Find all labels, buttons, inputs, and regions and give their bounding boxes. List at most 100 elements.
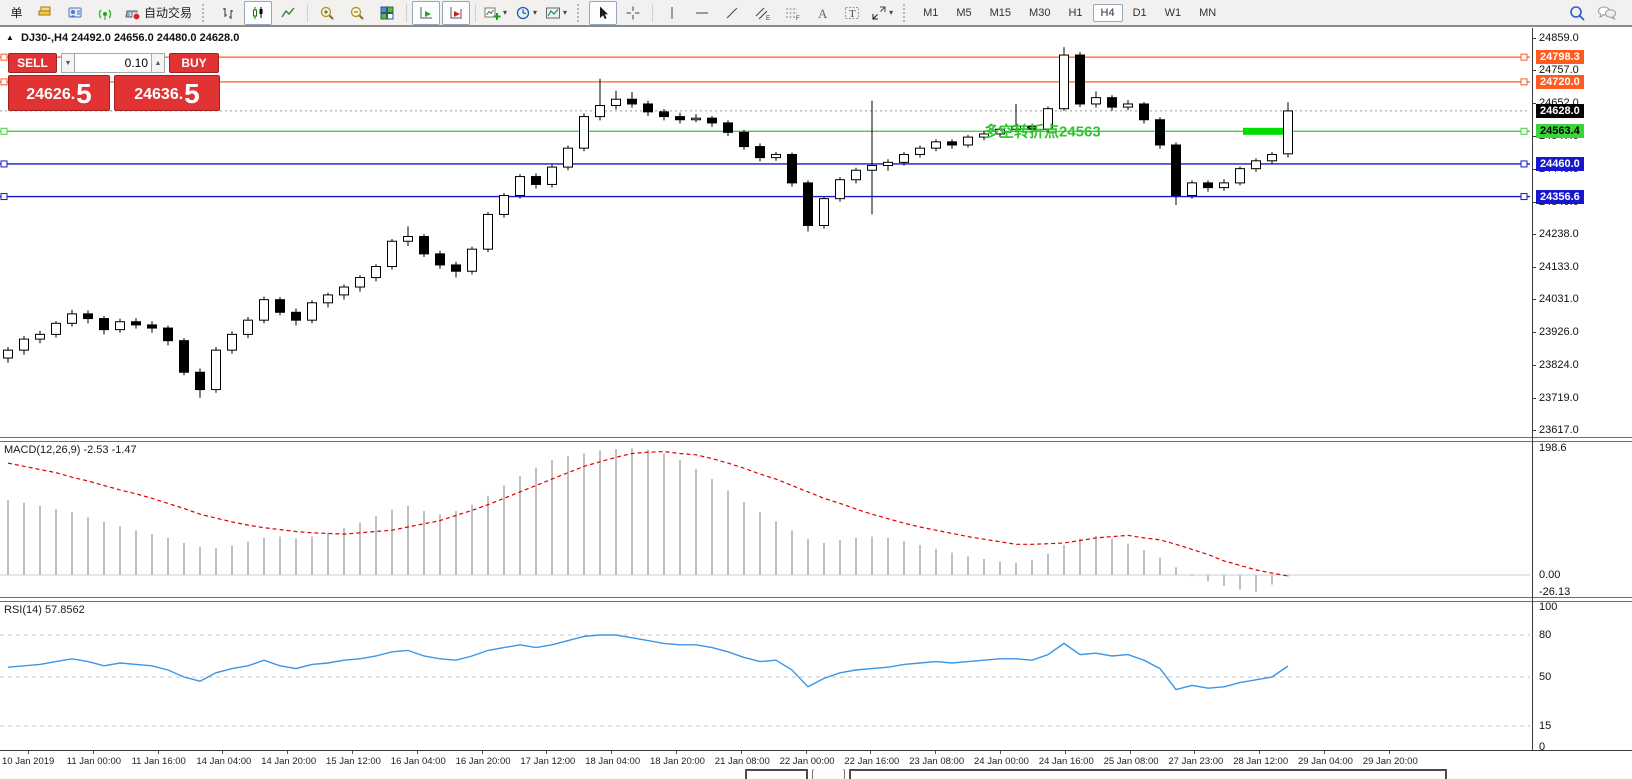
signals-button[interactable] (91, 1, 119, 25)
time-axis-label: 14 Jan 04:00 (196, 756, 251, 767)
chart-shift-icon (448, 5, 464, 21)
time-tick-mark (935, 751, 936, 754)
time-axis-label: 22 Jan 16:00 (844, 756, 899, 767)
timeframe-m1[interactable]: M1 (915, 4, 946, 22)
macd-splitter[interactable] (0, 437, 1632, 442)
chevron-down-icon: ▾ (563, 8, 567, 17)
timeframe-h1[interactable]: H1 (1060, 4, 1090, 22)
periods-button[interactable]: ▾ (512, 1, 540, 25)
crosshair-button[interactable] (619, 1, 647, 25)
new-order-button[interactable]: 单 (1, 1, 29, 25)
candlestick-chart-button[interactable] (244, 1, 272, 25)
line-chart-button[interactable] (274, 1, 302, 25)
time-axis-label: 18 Jan 04:00 (585, 756, 640, 767)
volume-down-button[interactable]: ▼ (61, 53, 75, 73)
price-tick-mark (1532, 234, 1536, 235)
svg-text:T: T (849, 8, 856, 20)
volume-input[interactable] (75, 53, 151, 73)
algo-trading-button[interactable]: 自动交易 (121, 1, 195, 25)
buy-price-big-digit: 5 (184, 80, 200, 108)
periods-clock-icon (515, 5, 531, 21)
text-label-button[interactable]: T (838, 1, 866, 25)
vertical-line-icon (664, 5, 680, 21)
timeframe-m30[interactable]: M30 (1021, 4, 1058, 22)
chart-shift-button[interactable] (442, 1, 470, 25)
text-button[interactable]: A (808, 1, 836, 25)
sell-button[interactable]: SELL (8, 53, 57, 73)
time-axis-label: 14 Jan 20:00 (261, 756, 316, 767)
toolbar-grip (903, 4, 910, 22)
time-axis-label: 11 Jan 16:00 (132, 756, 186, 767)
vertical-line-button[interactable] (658, 1, 686, 25)
templates-button[interactable]: ▾ (542, 1, 570, 25)
time-tick-mark (222, 751, 223, 754)
time-tick-mark (352, 751, 353, 754)
time-tick-mark (1259, 751, 1260, 754)
price-tick-mark (1532, 38, 1536, 39)
rsi-splitter[interactable] (0, 597, 1632, 602)
price-tick-label: 24238.0 (1539, 228, 1579, 240)
horizontal-line-button[interactable] (688, 1, 716, 25)
timeframe-m5[interactable]: M5 (948, 4, 979, 22)
zoom-in-icon (319, 5, 335, 21)
buy-price-main: 24636. (134, 82, 183, 108)
equidistant-channel-button[interactable]: E (748, 1, 776, 25)
fibonacci-button[interactable]: F (778, 1, 806, 25)
macd-panel-svg[interactable] (0, 442, 1532, 596)
volume-up-button[interactable]: ▲ (151, 53, 165, 73)
cursor-button[interactable] (589, 1, 617, 25)
toolbar-separator (406, 4, 407, 22)
level-price-label: 24460.0 (1536, 157, 1584, 171)
rsi-panel-svg[interactable] (0, 602, 1532, 748)
time-axis[interactable]: 10 Jan 201911 Jan 00:0011 Jan 16:0014 Ja… (0, 750, 1632, 769)
chart-title-symbol: DJ30-,H4 (21, 32, 68, 44)
zoom-out-button[interactable] (343, 1, 371, 25)
bars-chart-button[interactable] (214, 1, 242, 25)
macd-axis-label: -26.13 (1539, 586, 1570, 598)
templates-icon (545, 5, 561, 21)
time-axis-label: 21 Jan 08:00 (715, 756, 770, 767)
macd-axis-label: 198.6 (1539, 442, 1567, 454)
buy-button[interactable]: BUY (169, 53, 219, 73)
tile-windows-button[interactable] (373, 1, 401, 25)
horizontal-line-icon (694, 5, 710, 21)
zoom-in-button[interactable] (313, 1, 341, 25)
time-axis-label: 29 Jan 20:00 (1363, 756, 1418, 767)
price-axis[interactable]: 24859.024757.024652.024547.024445.024340… (1532, 28, 1632, 750)
timeframe-m15[interactable]: M15 (982, 4, 1019, 22)
level-price-label: 24720.0 (1536, 75, 1584, 89)
timeframe-w1[interactable]: W1 (1157, 4, 1190, 22)
timeframe-mn[interactable]: MN (1191, 4, 1224, 22)
rsi-label: RSI(14) 57.8562 (4, 604, 85, 616)
main-chart-svg[interactable]: 多空转折点24563 (0, 28, 1532, 437)
new-chart-button[interactable]: ▾ (481, 1, 510, 25)
buy-price[interactable]: 24636. 5 (114, 75, 220, 111)
bottom-tab-active[interactable] (812, 768, 845, 779)
timeframe-h4[interactable]: H4 (1093, 4, 1123, 22)
arrows-button[interactable]: ▾ (868, 1, 896, 25)
auto-scroll-button[interactable] (412, 1, 440, 25)
price-tick-label: 23719.0 (1539, 392, 1579, 404)
candlestick-chart-icon (250, 5, 266, 21)
sell-price[interactable]: 24626. 5 (8, 75, 110, 111)
mt-terminal: 单 自动交易 (0, 0, 1632, 779)
time-tick-mark (1194, 751, 1195, 754)
search-button[interactable] (1563, 1, 1591, 25)
community-button[interactable] (61, 1, 89, 25)
timeframe-toolbar: M1M5M15M30H1H4D1W1MN (914, 4, 1225, 22)
svg-text:多空转折点24563: 多空转折点24563 (984, 122, 1101, 140)
chat-button[interactable] (1593, 1, 1621, 25)
bottom-tab[interactable] (745, 769, 808, 779)
bottom-tab[interactable] (849, 769, 1447, 779)
collapse-icon[interactable]: ▲ (6, 33, 14, 42)
chart-title-ohlc: 24492.0 24656.0 24480.0 24628.0 (71, 32, 239, 44)
time-tick-mark (1130, 751, 1131, 754)
svg-text:A: A (818, 6, 828, 21)
market-button[interactable] (31, 1, 59, 25)
timeframe-d1[interactable]: D1 (1125, 4, 1155, 22)
trendline-button[interactable] (718, 1, 746, 25)
time-axis-label: 18 Jan 20:00 (650, 756, 705, 767)
time-tick-mark (1000, 751, 1001, 754)
bars-chart-icon (220, 5, 236, 21)
time-tick-mark (741, 751, 742, 754)
